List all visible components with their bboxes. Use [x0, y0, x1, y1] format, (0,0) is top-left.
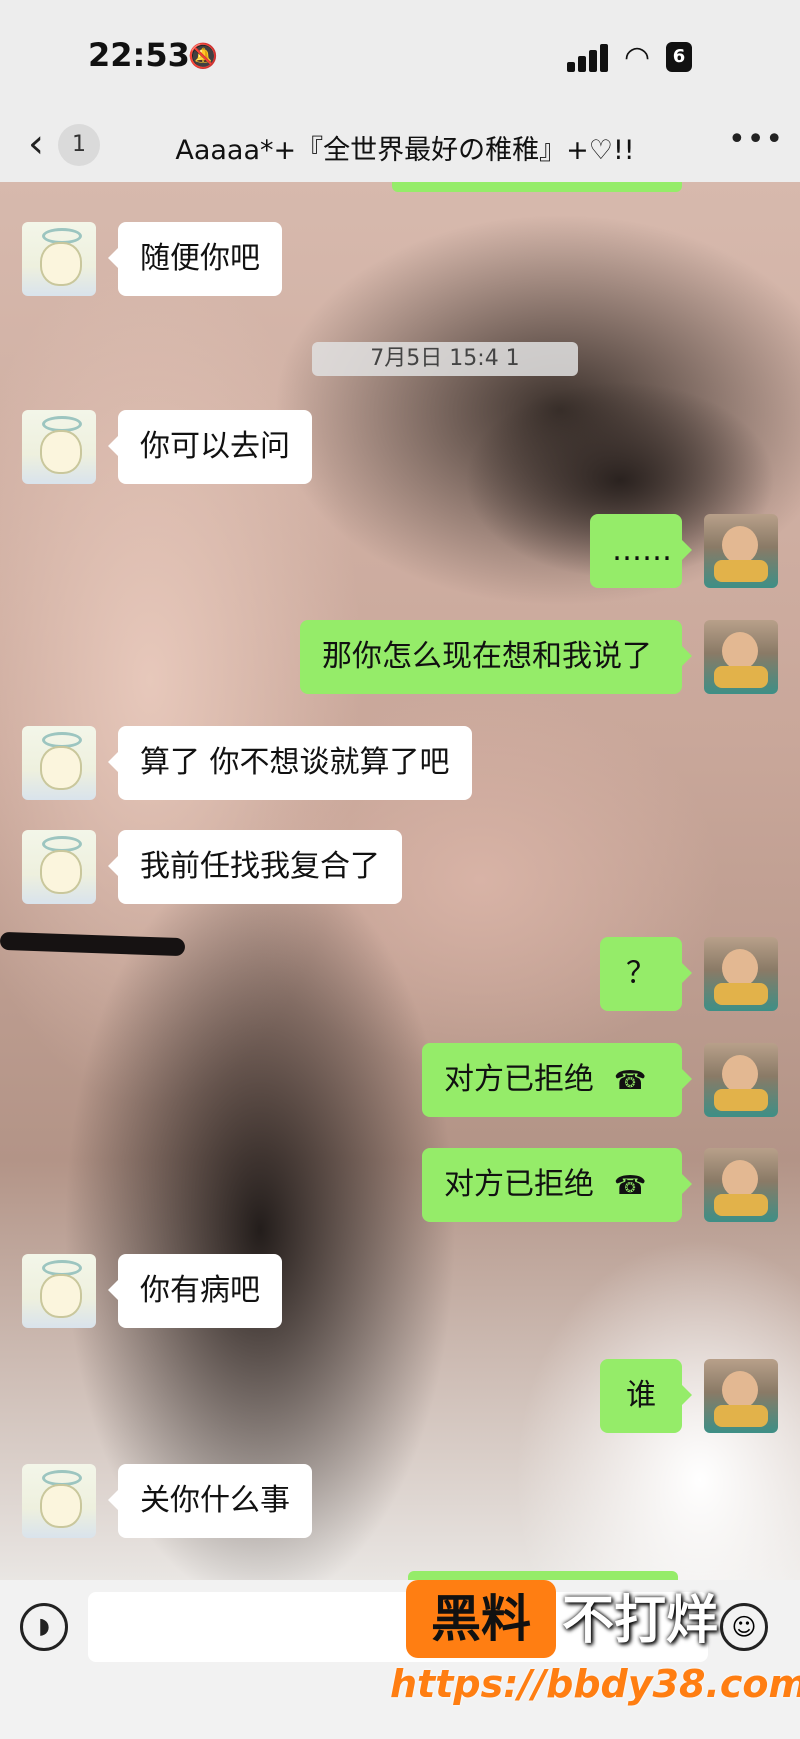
self-avatar[interactable] — [704, 1043, 778, 1117]
message-bubble-incoming[interactable]: 你有病吧 — [108, 1254, 282, 1328]
chat-header: ‹ 1 Aaaaa*+『全世界最好の稚稚』+♡!! ••• — [0, 110, 800, 182]
status-time: 22:53 — [88, 36, 190, 74]
message-bubble-outgoing[interactable]: 谁 — [600, 1359, 692, 1433]
ellipsis-icon[interactable]: ••• — [728, 122, 784, 157]
contact-avatar[interactable] — [22, 726, 96, 800]
self-avatar[interactable] — [704, 1148, 778, 1222]
emoji-icon[interactable]: ☺ — [720, 1603, 768, 1651]
signal-icon — [567, 44, 611, 72]
partial-message-bubble — [392, 182, 682, 192]
message-bubble-incoming[interactable]: 关你什么事 — [108, 1464, 312, 1538]
contact-avatar[interactable] — [22, 1464, 96, 1538]
self-avatar[interactable] — [704, 937, 778, 1011]
watermark-url: https://bbdy38.com — [390, 1662, 800, 1706]
bell-slash-icon: 🔕 — [188, 42, 218, 70]
chevron-left-icon[interactable]: ‹ — [28, 122, 44, 166]
phone-hangup-icon: ☎ — [614, 1066, 647, 1096]
message-bubble-incoming[interactable]: 随便你吧 — [108, 222, 282, 296]
contact-avatar[interactable] — [22, 830, 96, 904]
unread-count-badge[interactable]: 1 — [58, 124, 100, 166]
message-bubble-incoming[interactable]: 算了 你不想谈就算了吧 — [108, 726, 472, 800]
message-bubble-outgoing[interactable]: …… — [590, 514, 692, 588]
voice-icon[interactable]: ◗ — [20, 1603, 68, 1651]
message-timestamp: 7月5日 15:4 1 — [312, 342, 578, 376]
call-record-label: 对方已拒绝 — [444, 1062, 594, 1097]
self-avatar[interactable] — [704, 514, 778, 588]
call-record-label: 对方已拒绝 — [444, 1167, 594, 1202]
message-bubble-outgoing[interactable]: ？ — [600, 937, 692, 1011]
contact-avatar[interactable] — [22, 1254, 96, 1328]
watermark-text: 不打烊 — [562, 1591, 719, 1651]
message-bubble-incoming[interactable]: 我前任找我复合了 — [108, 830, 402, 904]
call-record-bubble[interactable]: 对方已拒绝 ☎ — [422, 1043, 692, 1117]
wifi-icon: ◠ — [624, 40, 651, 75]
contact-avatar[interactable] — [22, 222, 96, 296]
call-record-bubble[interactable]: 对方已拒绝 ☎ — [422, 1148, 692, 1222]
battery-icon: 6 — [666, 42, 692, 72]
chat-title: Aaaaa*+『全世界最好の稚稚』+♡!! — [175, 135, 635, 166]
phone-hangup-icon: ☎ — [614, 1171, 647, 1201]
self-avatar[interactable] — [704, 1359, 778, 1433]
message-bubble-outgoing[interactable]: 那你怎么现在想和我说了 — [300, 620, 692, 694]
status-bar: 22:53 🔕 ◠ 6 — [0, 0, 800, 110]
contact-avatar[interactable] — [22, 410, 96, 484]
watermark-badge: 黑料 — [406, 1580, 556, 1658]
self-avatar[interactable] — [704, 620, 778, 694]
message-bubble-incoming[interactable]: 你可以去问 — [108, 410, 312, 484]
